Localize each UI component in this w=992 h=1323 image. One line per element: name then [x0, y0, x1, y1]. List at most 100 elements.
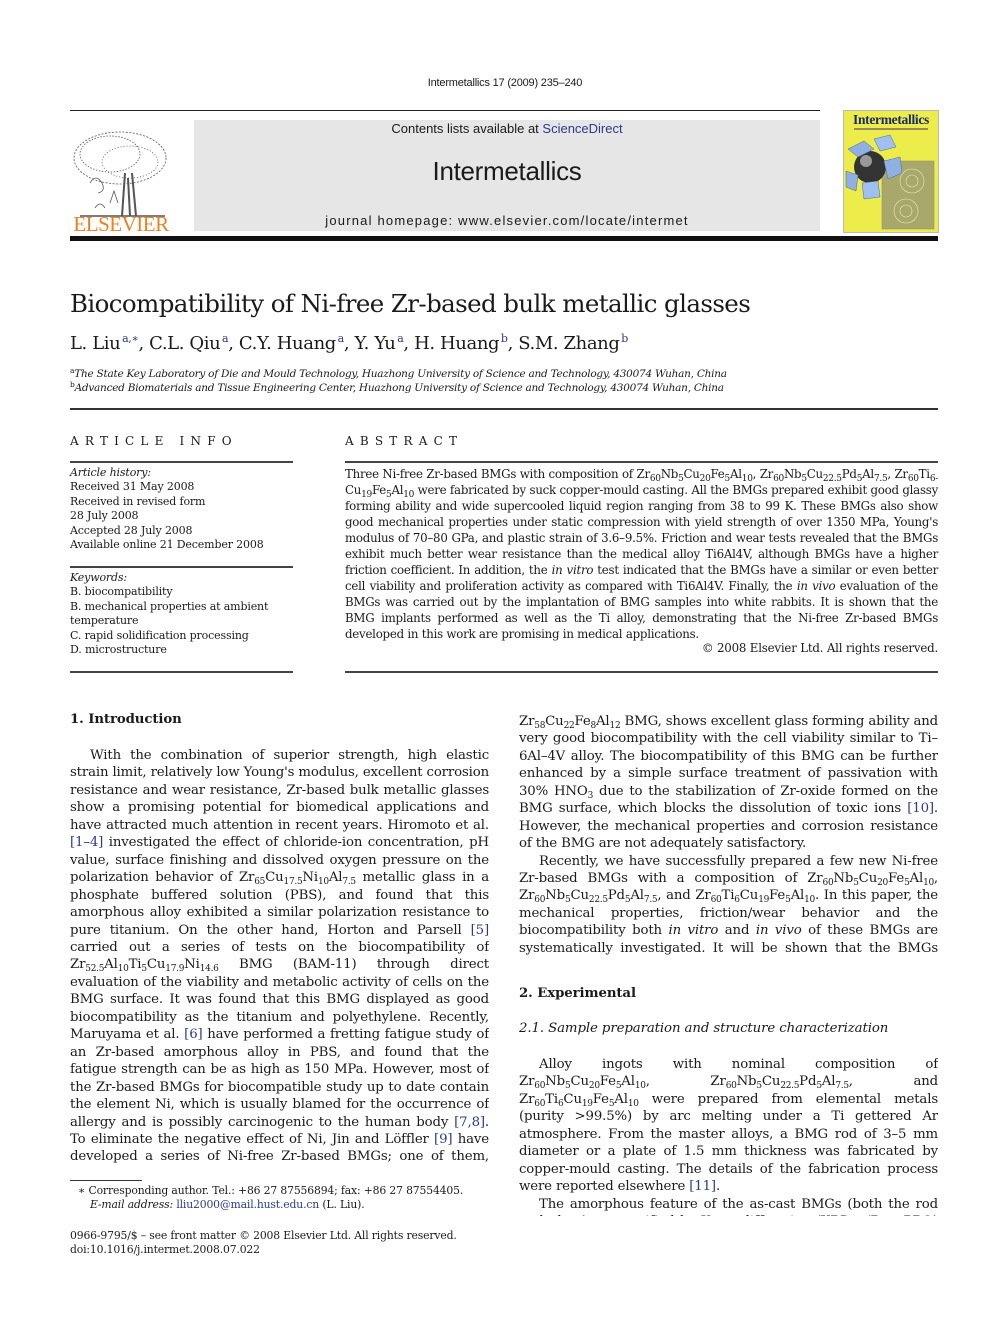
author-name: S.M. Zhang: [518, 333, 620, 354]
abstract-fragment: Three Ni-free Zr-based BMGs with composi…: [345, 467, 637, 481]
author-separator: ,: [507, 333, 519, 354]
citation-link[interactable]: [7,8]: [454, 1115, 485, 1130]
sciencedirect-link[interactable]: ScienceDirect: [542, 121, 622, 136]
subscript: 22.5: [780, 1081, 800, 1092]
text-fragment: and: [718, 923, 756, 939]
element-symbol: Al: [328, 870, 343, 886]
abstract-fragment: ,: [752, 467, 760, 481]
element-symbol: Al: [790, 888, 805, 904]
subscript: 10: [317, 877, 329, 888]
italic-term: in vivo: [796, 579, 836, 593]
citation-link[interactable]: [11]: [689, 1179, 716, 1194]
element-symbol: Nb: [736, 1074, 757, 1090]
author-name: L. Liu: [70, 333, 121, 354]
subscript: 10: [117, 964, 129, 975]
homepage-url-link[interactable]: www.elsevier.com/locate/intermet: [458, 213, 689, 228]
alloy-formula: Zr60Ti6Cu19Fe5Al10: [695, 888, 815, 906]
element-symbol: Zr: [519, 1074, 535, 1090]
element-symbol: Zr: [519, 1091, 535, 1107]
alloy-formula: Zr60Nb5Cu22.5Pd5Al7.5: [519, 888, 658, 906]
element-symbol: Nb: [545, 1074, 566, 1090]
element-symbol: Cu: [858, 870, 878, 886]
italic-term: in vitro: [668, 923, 719, 939]
author-separator: ,: [403, 333, 415, 354]
author-separator: ,: [228, 333, 239, 354]
subscript: 7.5: [835, 1081, 849, 1092]
alloy-formula: Zr60Nb5Cu20Fe5Al10: [636, 467, 753, 484]
subscript: 17.9: [165, 964, 185, 975]
header-top-rule: [70, 110, 820, 111]
text-fragment: ,: [645, 1074, 711, 1090]
corresponding-author-note: ∗ Corresponding author. Tel.: +86 27 875…: [78, 1184, 464, 1197]
subscript: 22: [563, 720, 575, 731]
author-name: Y. Yu: [354, 333, 396, 354]
divider-rule: [345, 461, 938, 463]
email-link[interactable]: lliu2000@mail.hust.edu.cn: [176, 1198, 319, 1211]
citation-link[interactable]: [1–4]: [70, 835, 103, 850]
subscript: 12: [609, 720, 621, 731]
element-symbol: Fe: [592, 1091, 609, 1107]
alloy-formula: Zr65Cu17.5Ni10Al7.5: [239, 870, 356, 888]
citation-link[interactable]: [5]: [471, 923, 489, 938]
subscript: 58: [534, 720, 546, 731]
subscript: 65: [254, 877, 266, 888]
text-fragment: , and: [657, 888, 696, 904]
author-affiliation-mark[interactable]: b: [619, 332, 628, 345]
email-label: E-mail address:: [90, 1198, 177, 1211]
history-item: Accepted 28 July 2008: [70, 523, 193, 537]
alloy-formula: Zr60Nb5Cu22.5Pd5Al7.5: [710, 1074, 849, 1092]
alloy-formula: Zr60Nb5Cu20Fe5Al10: [519, 1074, 646, 1092]
subscript: 60: [534, 895, 546, 906]
element-symbol: Zr: [807, 870, 823, 886]
author-affiliation-mark[interactable]: b: [499, 332, 508, 345]
body-column-left: With the combination of superior strengt…: [70, 747, 489, 1165]
keyword-item: B. mechanical properties at ambient temp…: [70, 599, 269, 628]
element-symbol: Cu: [146, 957, 166, 973]
subscript: 10: [804, 895, 815, 906]
element-symbol: Ti: [918, 467, 930, 481]
element-symbol: Zr: [70, 957, 86, 973]
text-fragment: .: [715, 1179, 721, 1195]
article-history: Article history: Received 31 May 2008 Re…: [70, 466, 293, 552]
paragraph: Recently, we have successfully prepared …: [519, 853, 938, 958]
citation-link[interactable]: [10]: [907, 801, 934, 816]
author-name: C.L. Qiu: [149, 333, 221, 354]
divider-rule: [345, 671, 938, 673]
text-fragment: carried out a series of tests on the bio…: [70, 939, 489, 955]
text-fragment: With the combination of superior strengt…: [70, 748, 489, 833]
element-symbol: Nb: [783, 467, 802, 481]
subscript: 17.5: [283, 877, 303, 888]
author-separator: ,: [138, 333, 150, 354]
subscript: 60: [822, 877, 834, 888]
subscript: 20: [877, 877, 888, 888]
element-symbol: Fe: [599, 1074, 616, 1090]
history-item: Received in revised form: [70, 494, 206, 508]
history-label: Article history:: [70, 466, 151, 479]
masthead-bottom-rule: [70, 236, 938, 241]
history-item: Available online 21 December 2008: [70, 538, 264, 552]
paragraph: The amorphous feature of the as-cast BMG…: [519, 1196, 938, 1216]
affiliation-b: bAdvanced Biomaterials and Tissue Engine…: [70, 380, 724, 394]
text-fragment: have performed a fretting fatigue study …: [70, 1027, 489, 1130]
alloy-formula: Zr60Nb5Cu20Fe5Al10: [807, 870, 934, 888]
citation-link[interactable]: [6]: [184, 1027, 203, 1042]
element-symbol: Fe: [710, 467, 725, 481]
journal-homepage: journal homepage: www.elsevier.com/locat…: [194, 213, 820, 228]
element-symbol: Al: [909, 870, 924, 886]
abstract-heading: ABSTRACT: [345, 434, 464, 448]
subscript: 19: [758, 895, 770, 906]
element-symbol: Zr: [636, 467, 651, 481]
divider-rule: [70, 566, 293, 568]
text-fragment: ,: [933, 870, 938, 886]
element-symbol: Fe: [371, 483, 387, 497]
citation-link[interactable]: [9]: [434, 1132, 453, 1147]
element-symbol: Al: [621, 1074, 635, 1090]
alloy-formula: Zr60Ti6Cu19Fe5Al10: [519, 1091, 639, 1109]
element-symbol: Zr: [519, 713, 535, 729]
author-affiliation-mark[interactable]: a: [336, 332, 345, 345]
element-symbol: Ni: [184, 957, 200, 973]
element-symbol: Cu: [683, 467, 700, 481]
element-symbol: Zr: [695, 888, 711, 904]
author-affiliation-mark[interactable]: a,∗: [120, 332, 139, 345]
subscript: 20: [588, 1081, 600, 1092]
